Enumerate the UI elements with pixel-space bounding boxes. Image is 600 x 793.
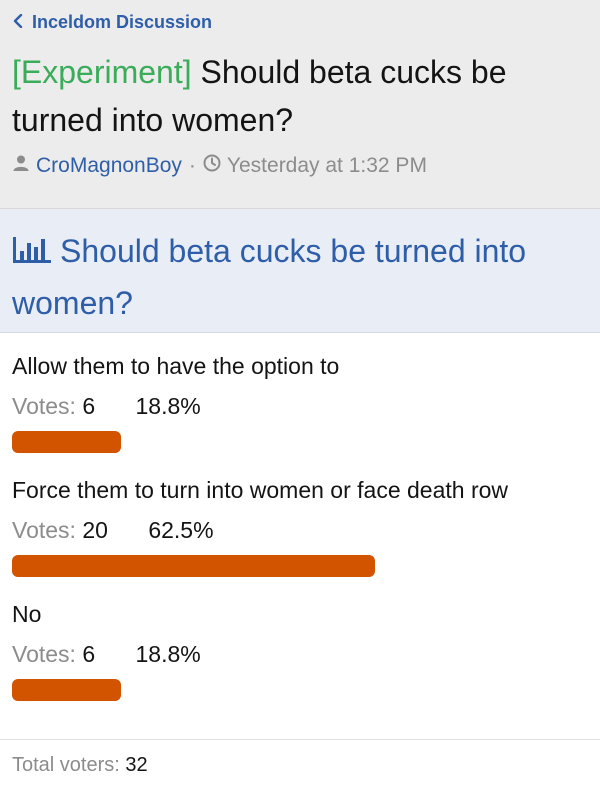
response-stats: Votes: 20 62.5% — [12, 513, 588, 547]
vote-percent: 18.8% — [135, 641, 201, 667]
vote-bar — [12, 679, 121, 701]
thread-title: [Experiment] Should beta cucks be turned… — [12, 48, 588, 144]
votes-count: 20 — [82, 517, 108, 543]
vote-percent: 18.8% — [135, 393, 201, 419]
total-voters-count: 32 — [125, 754, 148, 776]
votes-label: Votes: — [12, 641, 76, 667]
thread-meta: CroMagnonBoy · Yesterday at 1:32 PM — [12, 154, 588, 178]
thread-header: Inceldom Discussion [Experiment] Should … — [0, 0, 600, 209]
poll-response: No Votes: 6 18.8% — [12, 595, 588, 701]
response-label: Force them to turn into women or face de… — [12, 477, 509, 503]
author-link[interactable]: CroMagnonBoy — [36, 154, 182, 178]
vote-bar-track — [12, 555, 588, 577]
bar-chart-icon — [12, 228, 52, 263]
votes-count: 6 — [82, 641, 96, 667]
vote-percent: 62.5% — [148, 517, 214, 543]
poll-response: Force them to turn into women or face de… — [12, 471, 588, 577]
vote-bar — [12, 555, 375, 577]
breadcrumb-label[interactable]: Inceldom Discussion — [32, 12, 212, 33]
total-voters-label: Total voters: — [12, 754, 120, 776]
meta-separator: · — [188, 154, 196, 177]
votes-count: 6 — [82, 393, 96, 419]
poll-footer: Total voters: 32 — [0, 739, 600, 793]
poll-question: Should beta cucks be turned into women? — [12, 233, 527, 321]
vote-bar-track — [12, 431, 588, 453]
response-label: Allow them to have the option to — [12, 353, 340, 379]
breadcrumb[interactable]: Inceldom Discussion — [12, 10, 588, 34]
chevron-left-icon — [12, 12, 24, 33]
vote-bar-track — [12, 679, 588, 701]
poll-header: Should beta cucks be turned into women? — [0, 209, 600, 333]
post-timestamp[interactable]: Yesterday at 1:32 PM — [227, 154, 427, 178]
poll-responses: Allow them to have the option to Votes: … — [0, 347, 600, 701]
votes-label: Votes: — [12, 393, 76, 419]
user-icon — [12, 154, 30, 178]
response-stats: Votes: 6 18.8% — [12, 637, 588, 671]
clock-icon — [203, 154, 221, 178]
response-label: No — [12, 601, 42, 627]
response-stats: Votes: 6 18.8% — [12, 389, 588, 423]
votes-label: Votes: — [12, 517, 76, 543]
vote-bar — [12, 431, 121, 453]
thread-prefix[interactable]: [Experiment] — [12, 54, 192, 90]
poll-response: Allow them to have the option to Votes: … — [12, 347, 588, 453]
